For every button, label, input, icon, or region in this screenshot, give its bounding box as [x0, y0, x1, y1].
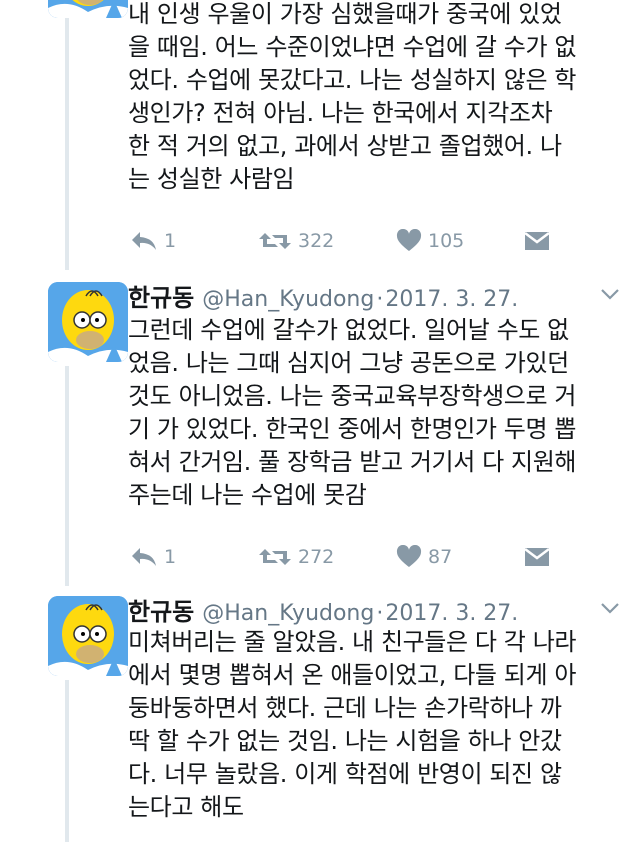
reply-button[interactable]: 1 [130, 542, 176, 572]
tweet-header: 한규동 @Han_Kyudong · 2017. 3. 27. [128, 278, 621, 314]
retweet-icon [259, 233, 291, 249]
chevron-down-icon [601, 288, 619, 300]
tweet-menu-button[interactable] [599, 598, 621, 618]
tweet-date[interactable]: 2017. 3. 27. [385, 601, 518, 626]
tweet-text-line: 기 가 있었다. 한국인 중에서 한명인가 두명 뽑 [128, 415, 577, 443]
tweet-text-line: 둥바둥하면서 했다. 근데 나는 손가락하나 까 [128, 694, 562, 722]
tweet-text-line: 을 때임. 어느 수준이었냐면 수업에 갈 수가 없 [128, 33, 577, 61]
tweet-menu-button[interactable] [599, 284, 621, 304]
homer-avatar-image [48, 282, 128, 362]
tweet-date[interactable]: 2017. 3. 27. [385, 287, 518, 312]
author-name[interactable]: 한규동 [128, 592, 194, 627]
tweet-text-line: 는다고 해도 [128, 793, 244, 821]
reply-button[interactable]: 1 [130, 226, 176, 256]
reply-count: 1 [164, 230, 177, 252]
heart-icon [396, 545, 422, 567]
tweet-text-line: 었음. 나는 그때 심지어 그냥 공돈으로 가있던 [128, 349, 569, 377]
tweet-text-line: 것도 아니었음. 나는 중국교육부장학생으로 거 [128, 382, 577, 410]
retweet-count: 322 [298, 230, 335, 252]
tweet-actions: 1 272 87 [128, 542, 598, 572]
like-count: 87 [428, 546, 453, 568]
envelope-icon [524, 548, 550, 566]
heart-icon [396, 229, 422, 251]
avatar[interactable] [48, 596, 128, 676]
homer-avatar-image [48, 596, 128, 676]
retweet-count: 272 [298, 546, 335, 568]
chevron-down-icon [601, 602, 619, 614]
author-handle[interactable]: @Han_Kyudong [202, 601, 374, 626]
direct-message-button[interactable] [524, 226, 550, 256]
tweet-text-line: 에서 몇명 뽑혀서 온 애들이었고, 다들 되게 아 [128, 661, 577, 689]
direct-message-button[interactable] [524, 542, 550, 572]
tweet-text-line: 혀서 간거임. 풀 장학금 받고 거기서 다 지원해 [128, 448, 577, 476]
tweet-text: 그런데 수업에 갈수가 없었다. 일어날 수도 없 었음. 나는 그때 심지어 … [128, 314, 624, 512]
retweet-icon [259, 549, 291, 565]
avatar[interactable] [48, 282, 128, 362]
like-button[interactable]: 105 [396, 226, 464, 256]
reply-arrow-icon [132, 548, 156, 566]
tweet-actions: 1 322 105 [128, 226, 598, 256]
reply-count: 1 [164, 546, 177, 568]
tweet-text-line: 딱 할 수가 없는 것임. 나는 시험을 하나 안갔 [128, 727, 562, 755]
tweet[interactable]: 내 인생 우울이 가장 심했을때가 중국에 있었 을 때임. 어느 수준이었냐면… [0, 0, 639, 268]
avatar[interactable] [48, 0, 128, 18]
like-button[interactable]: 87 [396, 542, 452, 572]
author-name[interactable]: 한규동 [128, 278, 194, 313]
homer-avatar-image [48, 0, 128, 18]
author-handle[interactable]: @Han_Kyudong [202, 287, 374, 312]
separator-dot: · [376, 601, 384, 626]
tweet-text-line: 주는데 나는 수업에 못감 [128, 481, 367, 509]
tweet-header: 한규동 @Han_Kyudong · 2017. 3. 27. [128, 592, 621, 628]
tweet-text-line: 미쳐버리는 줄 알았음. 내 친구들은 다 각 나라 [128, 628, 577, 656]
tweet-text-line: 는 성실한 사람임 [128, 165, 295, 193]
tweet-text-line: 생인가? 전혀 아님. 나는 한국에서 지각조차 [128, 99, 553, 127]
reply-arrow-icon [132, 232, 156, 250]
tweet-thread: 내 인생 우울이 가장 심했을때가 중국에 있었 을 때임. 어느 수준이었냐면… [0, 0, 639, 842]
retweet-button[interactable]: 272 [258, 542, 334, 572]
tweet-text: 내 인생 우울이 가장 심했을때가 중국에 있었 을 때임. 어느 수준이었냐면… [128, 0, 624, 196]
separator-dot: · [376, 287, 384, 312]
tweet-text-line: 다. 너무 놀랐음. 이게 학점에 반영이 되진 않 [128, 760, 562, 788]
envelope-icon [524, 232, 550, 250]
like-count: 105 [428, 230, 465, 252]
tweet-text-line: 었다. 수업에 못갔다고. 나는 성실하지 않은 학 [128, 66, 577, 94]
tweet-text-line: 내 인생 우울이 가장 심했을때가 중국에 있었 [128, 0, 562, 28]
retweet-button[interactable]: 322 [258, 226, 334, 256]
tweet[interactable]: 한규동 @Han_Kyudong · 2017. 3. 27. 미쳐버리는 줄 … [0, 586, 639, 842]
tweet-text: 미쳐버리는 줄 알았음. 내 친구들은 다 각 나라 에서 몇명 뽑혀서 온 애… [128, 626, 624, 824]
tweet-text-line: 한 적 거의 없고, 과에서 상받고 졸업했어. 나 [128, 132, 562, 160]
tweet-text-line: 그런데 수업에 갈수가 없었다. 일어날 수도 없 [128, 316, 569, 344]
tweet[interactable]: 한규동 @Han_Kyudong · 2017. 3. 27. 그런데 수업에 … [0, 270, 639, 586]
